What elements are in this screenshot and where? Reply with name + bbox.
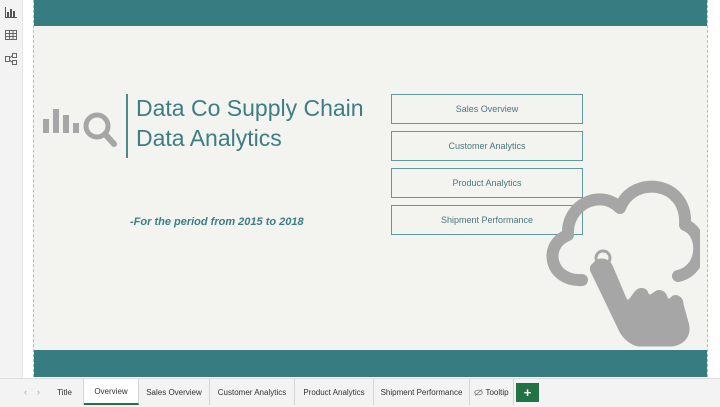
tab-label: Overview <box>94 386 128 396</box>
customer-analytics-button[interactable]: Customer Analytics <box>391 131 583 161</box>
chevron-right-icon[interactable]: › <box>37 387 40 397</box>
report-title: Data Co Supply Chain Data Analytics <box>136 93 416 153</box>
footer-band <box>34 350 707 377</box>
view-switcher-rail <box>0 0 23 378</box>
report-title-line2: Data Analytics <box>136 125 282 151</box>
tab-label: Tooltip <box>485 387 509 397</box>
report-canvas: Data Co Supply Chain Data Analytics -For… <box>33 0 708 377</box>
page-tab-bar: ‹ › Title Overview Sales Overview Custom… <box>0 378 720 407</box>
sales-overview-button[interactable]: Sales Overview <box>391 94 583 124</box>
chevron-left-icon[interactable]: ‹ <box>24 387 27 397</box>
tab-title[interactable]: Title <box>46 379 84 405</box>
tab-tooltip[interactable]: Tooltip <box>470 379 514 405</box>
tab-customer-analytics[interactable]: Customer Analytics <box>210 379 295 405</box>
report-period-subtitle: -For the period from 2015 to 2018 <box>130 216 304 228</box>
cloud-touch-icon <box>546 180 700 350</box>
tab-overview[interactable]: Overview <box>84 379 139 405</box>
add-page-button[interactable]: + <box>516 383 539 402</box>
header-band <box>34 0 707 26</box>
tab-shipment-performance[interactable]: Shipment Performance <box>374 379 470 405</box>
sales-overview-label: Sales Overview <box>455 104 519 114</box>
tab-sales-overview[interactable]: Sales Overview <box>139 379 210 405</box>
product-analytics-label: Product Analytics <box>452 178 522 188</box>
report-view-icon[interactable] <box>4 5 18 19</box>
title-divider <box>126 94 128 158</box>
tab-label: Customer Analytics <box>217 387 287 397</box>
tab-label: Product Analytics <box>303 387 365 397</box>
tab-label: Shipment Performance <box>380 387 463 397</box>
tab-label: Sales Overview <box>146 387 202 397</box>
analytics-search-icon <box>43 109 117 147</box>
model-view-icon[interactable] <box>4 52 18 66</box>
data-view-icon[interactable] <box>4 28 18 42</box>
tab-label: Title <box>57 387 72 397</box>
hidden-page-icon <box>474 388 484 396</box>
report-title-line1: Data Co Supply Chain <box>136 95 364 121</box>
customer-analytics-label: Customer Analytics <box>448 141 526 151</box>
tab-product-analytics[interactable]: Product Analytics <box>295 379 374 405</box>
